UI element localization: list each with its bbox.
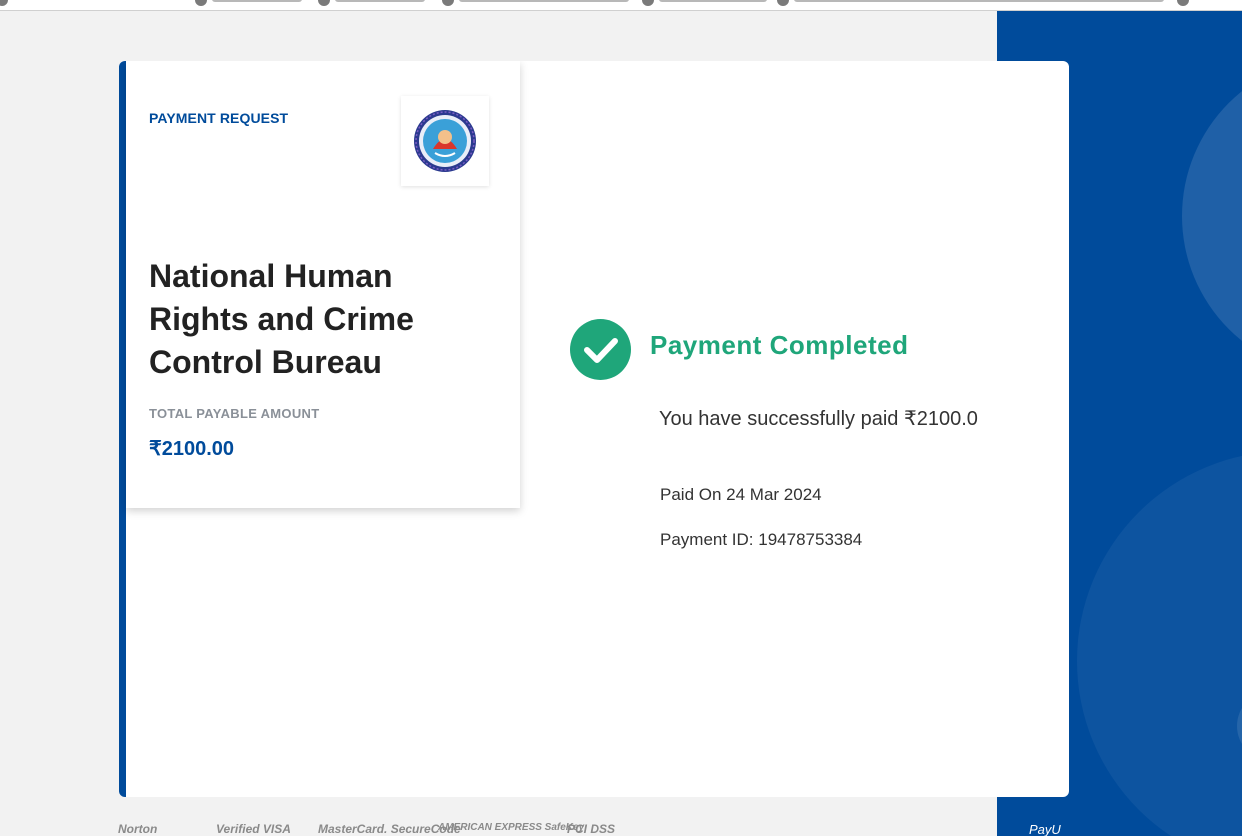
paid-on-date: Paid On 24 Mar 2024 [660,485,822,504]
payment-status-card: PAYMENT REQUEST National Human Rights an… [119,61,1069,797]
check-mark-icon [584,338,618,363]
payment-request-label: PAYMENT REQUEST [149,110,289,126]
success-message: You have successfully paid ₹2100.0 [659,408,978,430]
decorative-circle [1077,451,1242,836]
bookmark-favicon[interactable] [1177,0,1189,6]
security-badges: Norton Verified VISA MasterCard. SecureC… [118,818,678,836]
organization-name: National Human Rights and Crime Control … [149,258,414,380]
total-payable-label: TOTAL PAYABLE AMOUNT [149,406,320,421]
check-icon [570,319,631,380]
total-payable-amount: ₹2100.00 [149,438,235,460]
amex-safekey-seal: AMERICAN EXPRESS SafeKey [438,822,585,833]
bookmark-label[interactable] [212,0,302,2]
payment-id: Payment ID: 19478753384 [660,530,863,549]
bookmark-label[interactable] [659,0,767,2]
organization-logo-icon [414,110,476,172]
norton-seal: Norton [118,822,158,836]
bookmark-label[interactable] [459,0,629,2]
bookmark-label[interactable] [794,0,1164,2]
payment-status-title: Payment Completed [650,330,909,360]
bookmark-label[interactable] [335,0,425,2]
bookmark-favicon[interactable] [0,0,8,6]
payment-request-card: PAYMENT REQUEST National Human Rights an… [126,61,520,508]
accent-bar [119,61,126,797]
bookmark-favicon[interactable] [195,0,207,6]
pci-dss-seal: PCI DSS [567,822,616,836]
verified-by-visa-seal: Verified VISA [216,822,291,836]
bookmarks-bar [0,0,1242,11]
bookmark-favicon[interactable] [777,0,789,6]
decorative-circle [1182,56,1242,376]
bookmark-favicon[interactable] [642,0,654,6]
bookmark-favicon[interactable] [442,0,454,6]
organization-logo [401,96,489,186]
bookmark-favicon[interactable] [318,0,330,6]
payu-logo: PayU [1029,822,1061,836]
